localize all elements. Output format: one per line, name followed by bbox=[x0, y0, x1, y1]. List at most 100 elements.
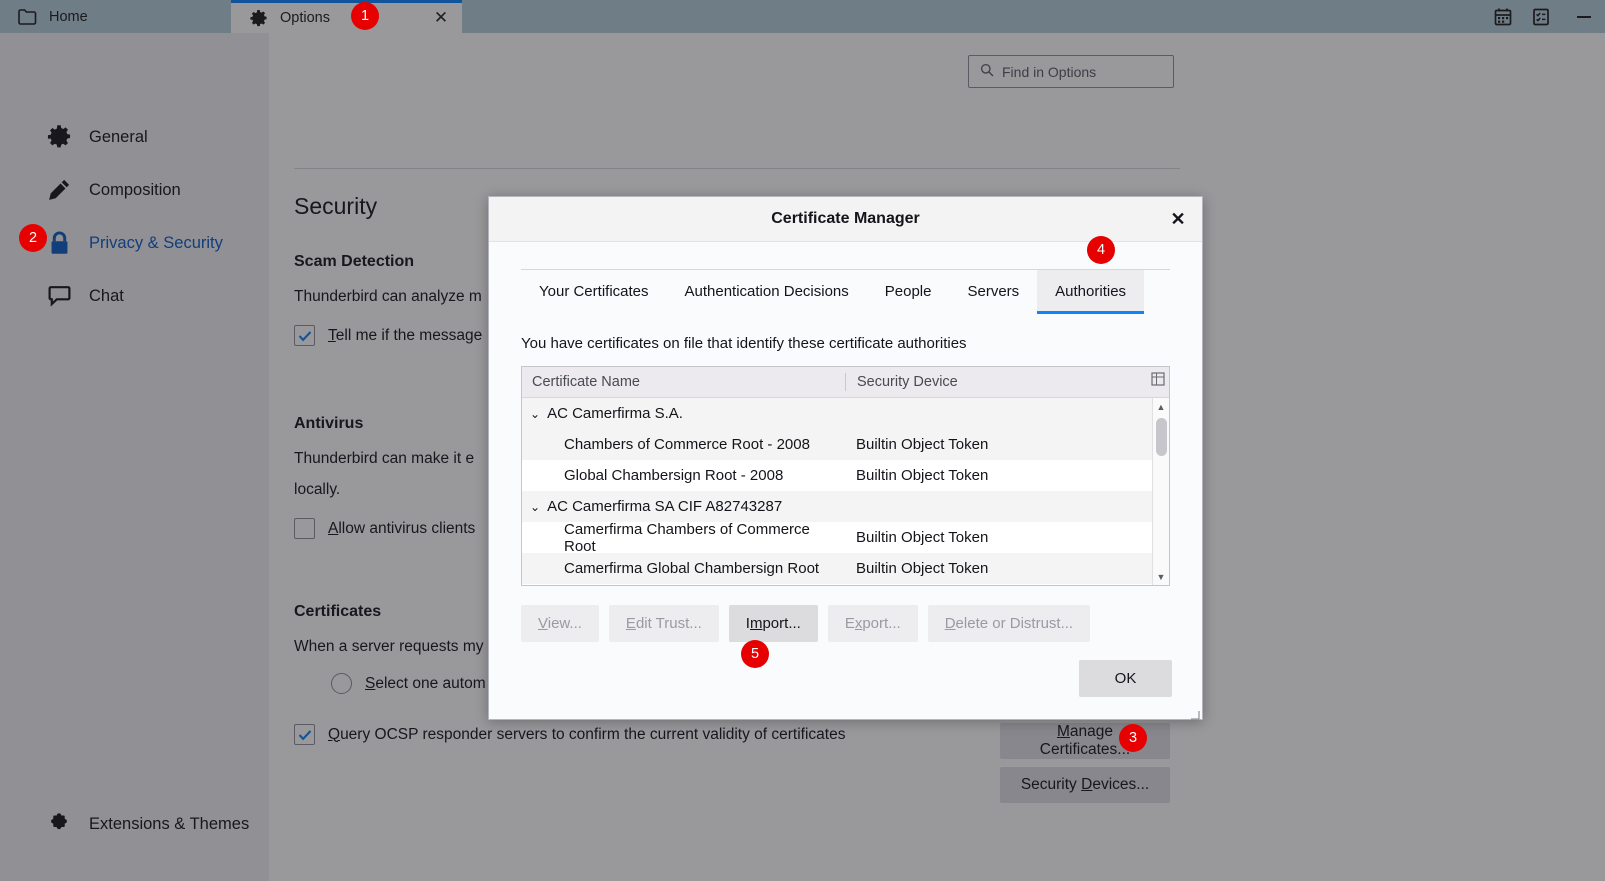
scroll-down-icon[interactable]: ▼ bbox=[1153, 568, 1169, 585]
sidebar-item-privacy-security[interactable]: Privacy & Security bbox=[46, 230, 223, 256]
checkbox-label: Tell me if the message bbox=[328, 327, 482, 345]
cell-security-device: Builtin Object Token bbox=[845, 560, 1169, 577]
checkbox-antivirus[interactable]: Allow antivirus clients bbox=[294, 518, 475, 539]
sidebar-item-chat[interactable]: Chat bbox=[46, 283, 124, 309]
content-divider bbox=[294, 168, 1180, 169]
search-input[interactable]: Find in Options bbox=[968, 55, 1174, 88]
chevron-down-icon[interactable]: ⌄ bbox=[530, 500, 540, 514]
step-badge-1: 1 bbox=[351, 2, 379, 30]
tasks-icon[interactable] bbox=[1531, 7, 1551, 27]
sidebar-item-general[interactable]: General bbox=[46, 124, 148, 150]
tab-people[interactable]: People bbox=[867, 270, 950, 313]
table-row[interactable]: ⌄ AC Camerfirma SA CIF A82743287 bbox=[522, 491, 1169, 522]
tab-label: Authorities bbox=[1055, 283, 1126, 300]
cell-security-device: Builtin Object Token bbox=[845, 436, 1169, 453]
sidebar-item-composition[interactable]: Composition bbox=[46, 177, 181, 203]
radio-dot bbox=[331, 673, 352, 694]
row-name: AC Camerfirma SA CIF A82743287 bbox=[547, 498, 782, 515]
table-row[interactable]: ⌄ AC Camerfirma S.A. bbox=[522, 398, 1169, 429]
sidebar-item-label: Composition bbox=[89, 181, 181, 200]
sidebar-item-label: Chat bbox=[89, 287, 124, 306]
sidebar-item-extensions-themes[interactable]: Extensions & Themes bbox=[46, 811, 249, 837]
tab-options[interactable]: Options ✕ bbox=[231, 0, 462, 33]
tab-label: People bbox=[885, 283, 932, 300]
step-badge-2: 2 bbox=[19, 224, 47, 252]
row-name: Camerfirma Chambers of Commerce Root bbox=[522, 521, 845, 555]
tab-authentication-decisions[interactable]: Authentication Decisions bbox=[667, 270, 867, 313]
column-picker-icon[interactable] bbox=[1149, 370, 1167, 388]
table-row[interactable]: Camerfirma Chambers of Commerce Root Bui… bbox=[522, 522, 1169, 553]
column-header-certificate-name[interactable]: Certificate Name bbox=[522, 374, 845, 390]
checkbox-box bbox=[294, 325, 315, 346]
cell-certificate-name: Camerfirma Global Chambersign Root bbox=[522, 560, 845, 577]
scrollbar-thumb[interactable] bbox=[1156, 418, 1167, 456]
tab-close-icon[interactable]: ✕ bbox=[432, 9, 450, 27]
view-button[interactable]: View... bbox=[521, 605, 599, 642]
app-window: Home Options ✕ General bbox=[0, 0, 1605, 881]
folder-icon bbox=[14, 4, 40, 30]
radio-label: Select one autom bbox=[365, 675, 486, 693]
window-controls bbox=[1493, 0, 1605, 33]
tab-label: Authentication Decisions bbox=[685, 283, 849, 300]
edit-trust-button[interactable]: Edit Trust... bbox=[609, 605, 719, 642]
chevron-down-icon[interactable]: ⌄ bbox=[530, 407, 540, 421]
pencil-icon bbox=[46, 177, 72, 203]
checkbox-box bbox=[294, 724, 315, 745]
delete-or-distrust-button[interactable]: Delete or Distrust... bbox=[928, 605, 1090, 642]
browser-tab-bar: Home Options ✕ bbox=[0, 0, 1605, 33]
step-badge-5: 5 bbox=[741, 640, 769, 668]
dialog-description: You have certificates on file that ident… bbox=[521, 335, 1170, 352]
calendar-icon[interactable] bbox=[1493, 7, 1513, 27]
tab-home[interactable]: Home bbox=[0, 0, 231, 33]
row-name: Global Chambersign Root - 2008 bbox=[522, 467, 783, 484]
import-button[interactable]: Import... bbox=[729, 605, 818, 642]
section-body-antivirus-line1: Thunderbird can make it e bbox=[294, 447, 474, 470]
table-header: Certificate Name Security Device bbox=[522, 367, 1169, 398]
step-badge-3: 3 bbox=[1119, 724, 1147, 752]
cell-certificate-name: Chambers of Commerce Root - 2008 bbox=[522, 436, 845, 453]
dialog-tab-strip: Your Certificates Authentication Decisio… bbox=[521, 269, 1170, 313]
lock-icon bbox=[46, 230, 72, 256]
certificates-table: Certificate Name Security Device ⌄ AC Ca… bbox=[521, 366, 1170, 586]
page-title: Security bbox=[294, 193, 377, 220]
sidebar-footer-label: Extensions & Themes bbox=[89, 815, 249, 834]
tab-label: Your Certificates bbox=[539, 283, 649, 300]
options-sidebar: General Composition Privacy & Security C… bbox=[0, 33, 269, 881]
dialog-action-buttons: View... Edit Trust... Import... Export..… bbox=[521, 605, 1170, 642]
cell-certificate-name: Camerfirma Chambers of Commerce Root bbox=[522, 521, 845, 555]
table-scrollbar[interactable]: ▲ ▼ bbox=[1152, 398, 1169, 585]
row-name: AC Camerfirma S.A. bbox=[547, 405, 683, 422]
table-row[interactable]: Camerfirma Global Chambersign Root Built… bbox=[522, 553, 1169, 584]
column-header-security-device[interactable]: Security Device bbox=[846, 374, 1169, 390]
export-button[interactable]: Export... bbox=[828, 605, 918, 642]
ok-button[interactable]: OK bbox=[1079, 660, 1172, 697]
section-title-antivirus: Antivirus bbox=[294, 415, 363, 433]
checkbox-scam-detection[interactable]: Tell me if the message bbox=[294, 325, 482, 346]
checkbox-query-ocsp[interactable]: Query OCSP responder servers to confirm … bbox=[294, 724, 845, 745]
section-title-certificates: Certificates bbox=[294, 603, 381, 621]
table-row[interactable]: Chambers of Commerce Root - 2008 Builtin… bbox=[522, 429, 1169, 460]
close-icon[interactable]: ✕ bbox=[1166, 207, 1190, 231]
tab-your-certificates[interactable]: Your Certificates bbox=[521, 270, 667, 313]
tab-home-label: Home bbox=[49, 9, 88, 25]
search-icon bbox=[980, 63, 994, 80]
certificate-manager-dialog: Certificate Manager ✕ Your Certificates … bbox=[488, 196, 1203, 720]
scroll-up-icon[interactable]: ▲ bbox=[1153, 398, 1169, 415]
cell-certificate-name: ⌄ AC Camerfirma S.A. bbox=[522, 405, 845, 422]
row-name: Camerfirma Global Chambersign Root bbox=[522, 560, 819, 577]
tab-authorities[interactable]: Authorities bbox=[1037, 270, 1144, 313]
chat-icon bbox=[46, 283, 72, 309]
search-placeholder: Find in Options bbox=[1002, 64, 1096, 80]
checkbox-label: Allow antivirus clients bbox=[328, 520, 475, 538]
radio-select-one-automatically[interactable]: Select one autom bbox=[331, 673, 486, 694]
tab-servers[interactable]: Servers bbox=[949, 270, 1037, 313]
cell-certificate-name: ⌄ AC Camerfirma SA CIF A82743287 bbox=[522, 498, 845, 515]
cell-security-device: Builtin Object Token bbox=[845, 467, 1169, 484]
gear-icon bbox=[245, 5, 271, 31]
checkbox-label: Query OCSP responder servers to confirm … bbox=[328, 726, 845, 744]
table-row[interactable]: Global Chambersign Root - 2008 Builtin O… bbox=[522, 460, 1169, 491]
resize-grip[interactable] bbox=[1190, 707, 1200, 717]
minimize-button[interactable] bbox=[1577, 16, 1591, 18]
section-title-scam-detection: Scam Detection bbox=[294, 253, 414, 271]
security-devices-button[interactable]: Security Devices... bbox=[1000, 767, 1170, 803]
